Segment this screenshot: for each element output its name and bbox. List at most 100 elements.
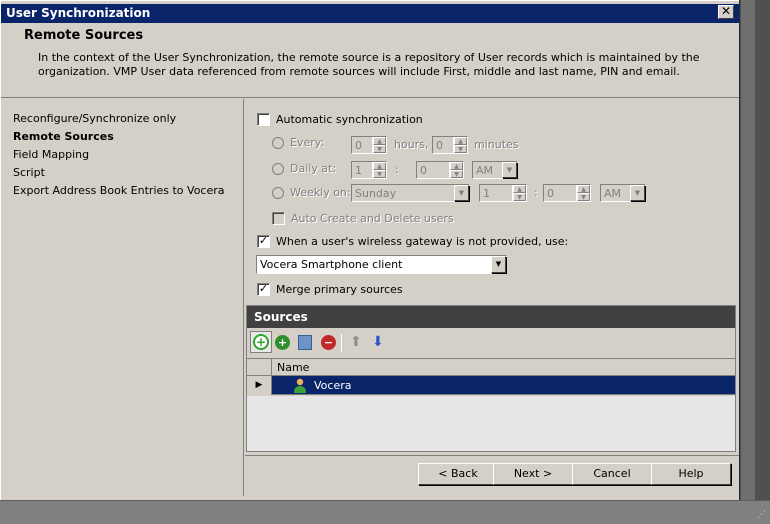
daily-radio[interactable] (272, 162, 284, 175)
spin-up-icon[interactable]: ▲ (577, 185, 590, 193)
nav-item-reconfigure[interactable]: Reconfigure/Synchronize only (13, 112, 176, 125)
auto-create-checkbox[interactable] (272, 212, 285, 225)
sources-toolbar: + + − ⬆ ⬇ (247, 328, 735, 358)
sources-header: Sources (247, 306, 735, 328)
weekly-label: Weekly on: (290, 186, 351, 199)
weekly-ampm-value: AM (604, 187, 622, 200)
edit-icon[interactable] (298, 335, 312, 350)
row-marker-icon: ▶ (247, 376, 272, 395)
gateway-select[interactable]: Vocera Smartphone client ▼ (256, 255, 507, 274)
grid-header: Name (247, 359, 735, 376)
daily-ampm-select[interactable]: AM ▼ (472, 161, 518, 179)
daily-minute-stepper[interactable]: 0 ▲ ▼ (416, 161, 464, 179)
spin-down-icon[interactable]: ▼ (373, 145, 386, 153)
delete-icon[interactable]: − (321, 335, 336, 350)
auto-sync-checkbox[interactable] (257, 113, 270, 126)
weekly-minute-value: 0 (547, 187, 554, 200)
table-row[interactable]: ▶ Vocera (247, 376, 735, 395)
gateway-label: When a user's wireless gateway is not pr… (276, 235, 569, 248)
add-child-icon[interactable]: + (275, 335, 290, 350)
weekly-day-select[interactable]: Sunday ▼ (351, 184, 470, 202)
sources-grid: Name ▶ Vocera (247, 358, 735, 451)
source-name: Vocera (314, 379, 352, 392)
title-bar[interactable]: User Synchronization ✕ (1, 4, 740, 23)
daily-hour-value: 1 (355, 164, 362, 177)
spin-down-icon[interactable]: ▼ (373, 170, 386, 178)
daily-label: Daily at: (290, 162, 337, 175)
user-icon (294, 378, 306, 393)
cancel-button[interactable]: Cancel (572, 463, 652, 485)
close-button[interactable]: ✕ (718, 5, 734, 19)
sources-panel: Sources + + − ⬆ ⬇ Name ▶ Vocera (246, 305, 736, 452)
chevron-down-icon[interactable]: ▼ (491, 256, 506, 273)
every-label: Every: (290, 136, 325, 149)
every-radio[interactable] (272, 136, 284, 149)
merge-row: ✓ Merge primary sources (257, 283, 403, 296)
weekly-day-value: Sunday (355, 187, 397, 200)
window-title: User Synchronization (6, 6, 151, 20)
chevron-down-icon[interactable]: ▼ (502, 162, 517, 178)
weekly-minute-stepper[interactable]: 0 ▲ ▼ (543, 184, 591, 202)
weekly-colon: : (534, 186, 538, 199)
daily-colon: : (395, 163, 399, 176)
weekly-ampm-select[interactable]: AM ▼ (600, 184, 646, 202)
minutes-label: minutes (474, 138, 519, 151)
wizard-nav: Reconfigure/Synchronize only Remote Sour… (1, 99, 244, 496)
spin-up-icon[interactable]: ▲ (450, 162, 463, 170)
move-down-icon[interactable]: ⬇ (372, 334, 384, 350)
spin-down-icon[interactable]: ▼ (577, 193, 590, 201)
background-strip (739, 0, 770, 500)
wizard-footer: < Back Next > Cancel Help (245, 455, 740, 495)
grid-empty-area (247, 396, 735, 451)
resize-grip-icon[interactable]: ⋰ (754, 509, 766, 521)
content-pane: Automatic synchronization Every: 0 ▲ ▼ ho… (245, 99, 740, 496)
nav-item-field-mapping[interactable]: Field Mapping (13, 148, 89, 161)
spin-up-icon[interactable]: ▲ (513, 185, 526, 193)
daily-hour-stepper[interactable]: 1 ▲ ▼ (351, 161, 387, 179)
merge-label: Merge primary sources (276, 283, 403, 296)
nav-item-export-address-book[interactable]: Export Address Book Entries to Vocera (13, 184, 225, 197)
weekly-radio[interactable] (272, 186, 284, 199)
next-button[interactable]: Next > (493, 463, 573, 485)
gateway-checkbox[interactable]: ✓ (257, 235, 270, 248)
spin-up-icon[interactable]: ▲ (373, 137, 386, 145)
daily-minute-value: 0 (420, 164, 427, 177)
help-button[interactable]: Help (651, 463, 731, 485)
weekly-row: Weekly on: (272, 186, 351, 199)
chevron-down-icon[interactable]: ▼ (454, 185, 469, 201)
auto-sync-label: Automatic synchronization (276, 113, 423, 126)
spin-down-icon[interactable]: ▼ (454, 145, 467, 153)
status-bar: ⋰ (0, 500, 770, 524)
user-sync-window: User Synchronization ✕ Remote Sources In… (0, 0, 740, 500)
spin-down-icon[interactable]: ▼ (450, 170, 463, 178)
daily-ampm-value: AM (476, 164, 494, 177)
every-hours-value: 0 (355, 139, 362, 152)
nav-item-remote-sources[interactable]: Remote Sources (13, 130, 114, 143)
gateway-row: ✓ When a user's wireless gateway is not … (257, 235, 568, 248)
auto-create-row: Auto Create and Delete users (272, 212, 454, 225)
chevron-down-icon[interactable]: ▼ (630, 185, 645, 201)
back-button[interactable]: < Back (418, 463, 498, 485)
merge-checkbox[interactable]: ✓ (257, 283, 270, 296)
page-header: Remote Sources In the context of the Use… (1, 23, 740, 98)
every-row: Every: (272, 136, 350, 149)
hours-label: hours, (394, 138, 429, 151)
page-description: In the context of the User Synchronizati… (38, 51, 700, 78)
nav-item-script[interactable]: Script (13, 166, 45, 179)
every-hours-stepper[interactable]: 0 ▲ ▼ (351, 136, 387, 154)
weekly-hour-stepper[interactable]: 1 ▲ ▼ (479, 184, 527, 202)
move-up-icon[interactable]: ⬆ (350, 334, 362, 350)
add-icon: + (253, 334, 269, 350)
spin-up-icon[interactable]: ▲ (373, 162, 386, 170)
every-minutes-value: 0 (436, 139, 443, 152)
page-heading: Remote Sources (24, 28, 144, 43)
add-button[interactable]: + (250, 331, 272, 353)
spin-down-icon[interactable]: ▼ (513, 193, 526, 201)
column-header-name[interactable]: Name (277, 361, 309, 374)
auto-sync-row: Automatic synchronization (257, 113, 423, 126)
spin-up-icon[interactable]: ▲ (454, 137, 467, 145)
every-minutes-stepper[interactable]: 0 ▲ ▼ (432, 136, 468, 154)
toolbar-separator (341, 334, 342, 352)
gateway-selected-value: Vocera Smartphone client (260, 258, 403, 271)
daily-row: Daily at: (272, 162, 336, 175)
